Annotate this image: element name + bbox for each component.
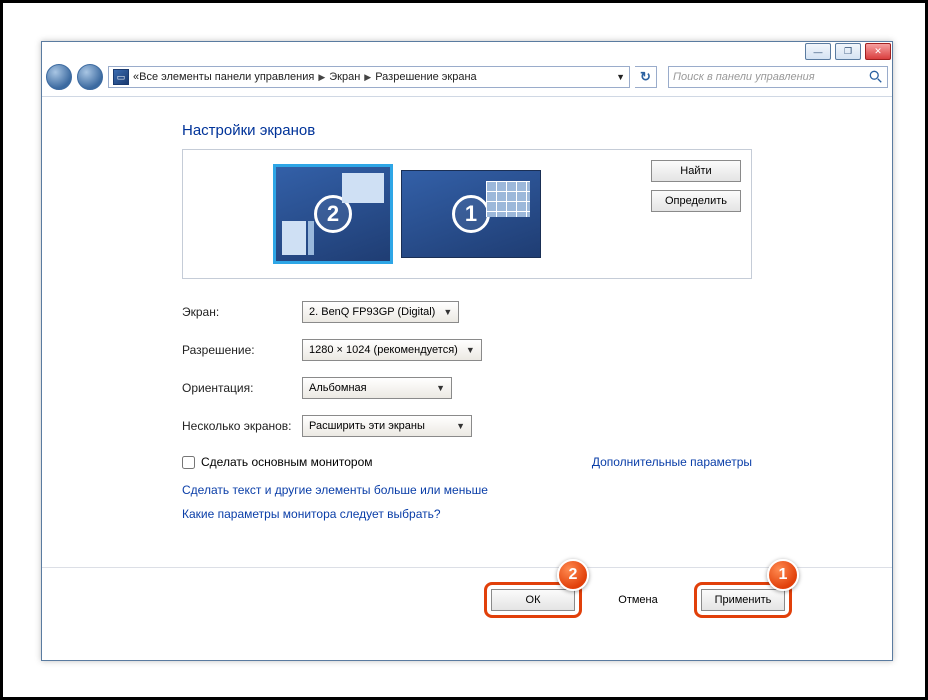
orientation-select[interactable]: Альбомная ▼: [302, 377, 452, 399]
make-primary-checkbox[interactable]: Сделать основным монитором: [182, 455, 373, 469]
apply-button[interactable]: Применить: [701, 589, 785, 611]
screen-select[interactable]: 2. BenQ FP93GP (Digital) ▼: [302, 301, 459, 323]
screen-label: Экран:: [182, 305, 302, 319]
window-deco-icon: [486, 181, 530, 217]
display-icon: ▭: [113, 69, 129, 85]
chevron-down-icon: ▼: [436, 383, 445, 393]
window-deco-icon: [308, 221, 314, 255]
callout-badge: 2: [557, 559, 589, 591]
nav-back-button[interactable]: [46, 64, 72, 90]
advanced-link[interactable]: Дополнительные параметры: [592, 455, 752, 469]
breadcrumb-seg1[interactable]: Все элементы панели управления: [139, 71, 314, 83]
callout-badge: 1: [767, 559, 799, 591]
cancel-button[interactable]: Отмена: [596, 589, 680, 611]
settings-form: Экран: 2. BenQ FP93GP (Digital) ▼ Разреш…: [182, 301, 752, 437]
identify-button[interactable]: Определить: [651, 190, 741, 212]
monitor-number: 1: [452, 195, 490, 233]
window-deco-icon: [342, 173, 384, 203]
find-button[interactable]: Найти: [651, 160, 741, 182]
breadcrumb-seg3[interactable]: Разрешение экрана: [375, 71, 476, 83]
window-deco-icon: [282, 221, 306, 255]
close-button[interactable]: ✕: [865, 43, 891, 60]
page-title: Настройки экранов: [182, 122, 752, 139]
separator: [42, 96, 892, 97]
navbar: ▭ « Все элементы панели управления ▶ Экр…: [46, 62, 888, 92]
search-input[interactable]: Поиск в панели управления: [668, 66, 888, 88]
whichsettings-link[interactable]: Какие параметры монитора следует выбрать…: [182, 507, 752, 521]
nav-forward-button[interactable]: [77, 64, 103, 90]
breadcrumb[interactable]: ▭ « Все элементы панели управления ▶ Экр…: [108, 66, 630, 88]
minimize-button[interactable]: —: [805, 43, 831, 60]
dialog-footer: 2 ОК Отмена 1 Применить: [42, 567, 892, 632]
monitor-1[interactable]: 1: [401, 170, 541, 258]
highlight-ok: 2 ОК: [484, 582, 582, 618]
chevron-down-icon: ▼: [443, 307, 452, 317]
search-icon: [869, 70, 883, 84]
resolution-label: Разрешение:: [182, 343, 302, 357]
control-panel-window: — ❐ ✕ ▭ « Все элементы панели управления…: [41, 41, 893, 661]
orientation-label: Ориентация:: [182, 381, 302, 395]
textsize-link[interactable]: Сделать текст и другие элементы больше и…: [182, 483, 752, 497]
maximize-button[interactable]: ❐: [835, 43, 861, 60]
refresh-button[interactable]: ↻: [635, 66, 657, 88]
monitor-actions: Найти Определить: [651, 160, 741, 212]
search-placeholder: Поиск в панели управления: [673, 71, 815, 83]
chevron-down-icon: ▼: [456, 421, 465, 431]
chevron-down-icon[interactable]: ▼: [616, 72, 625, 82]
window-controls: — ❐ ✕: [803, 41, 893, 62]
checkbox-icon[interactable]: [182, 456, 195, 469]
chevron-right-icon: ▶: [364, 72, 371, 83]
resolution-select[interactable]: 1280 × 1024 (рекомендуется) ▼: [302, 339, 482, 361]
multi-label: Несколько экранов:: [182, 419, 302, 433]
monitor-arrangement-box[interactable]: 2 1 Найти Определить: [182, 149, 752, 279]
monitor-2[interactable]: 2: [273, 164, 393, 264]
chevron-right-icon: ▶: [318, 72, 325, 83]
help-links: Сделать текст и другие элементы больше и…: [182, 483, 752, 521]
checkbox-row: Сделать основным монитором Дополнительны…: [182, 455, 752, 469]
ok-button[interactable]: ОК: [491, 589, 575, 611]
chevron-down-icon: ▼: [466, 345, 475, 355]
breadcrumb-seg2[interactable]: Экран: [329, 71, 360, 83]
highlight-apply: 1 Применить: [694, 582, 792, 618]
multi-select[interactable]: Расширить эти экраны ▼: [302, 415, 472, 437]
